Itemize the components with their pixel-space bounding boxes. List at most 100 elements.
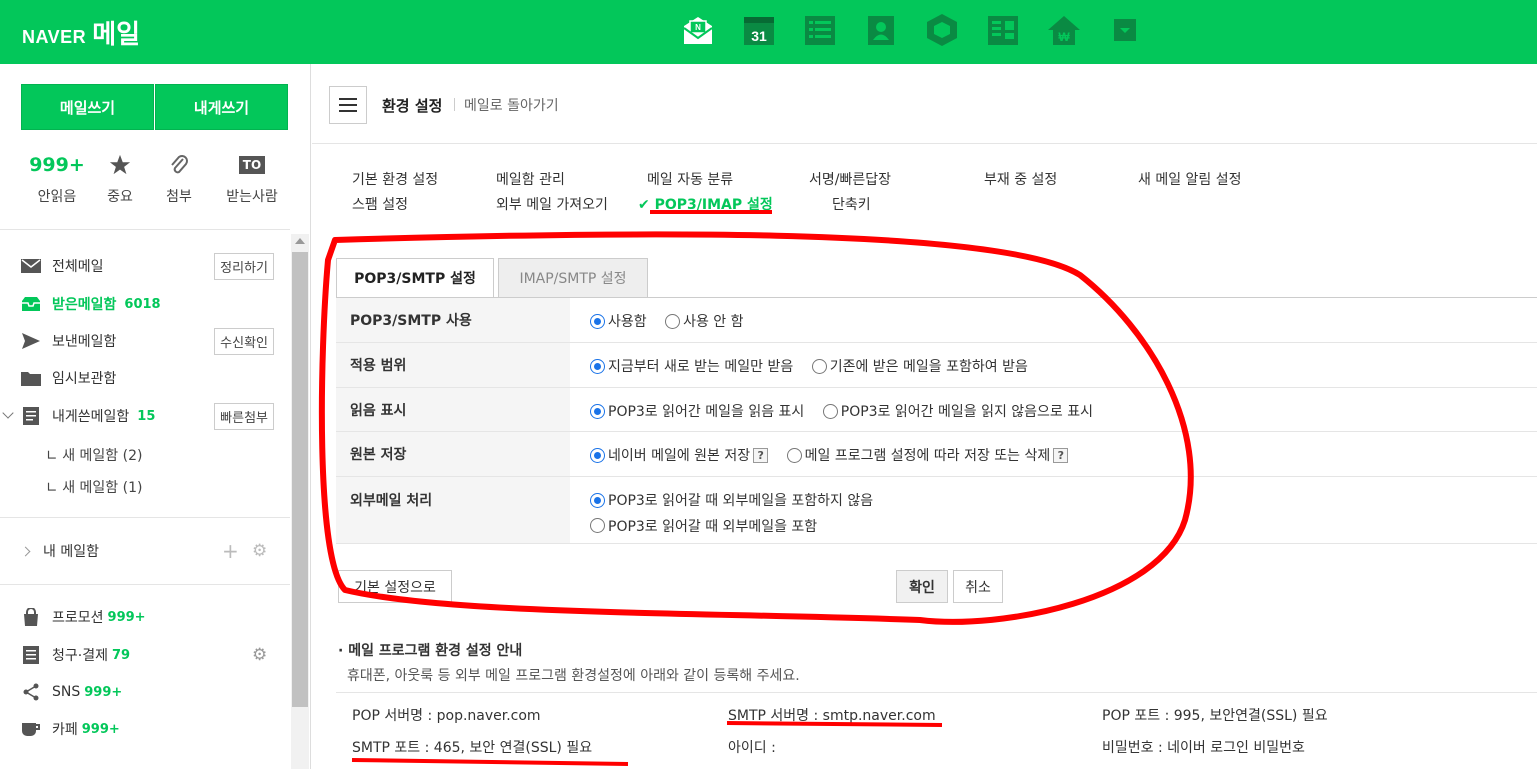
radio-unchecked[interactable]	[665, 313, 681, 329]
tab-pop3-smtp[interactable]: POP3/SMTP 설정	[336, 258, 494, 298]
quick-attachment[interactable]: 첨부	[144, 152, 214, 206]
mark-unread-radio[interactable]: POP3로 읽어간 메일을 읽지 않음으로 표시	[822, 401, 1094, 421]
naverpay-app-icon[interactable]: ₩	[1046, 12, 1082, 48]
exclude-external-radio[interactable]: POP3로 읽어갈 때 외부메일을 포함하지 않음	[590, 490, 873, 510]
row-label: 외부메일 처리	[336, 477, 570, 543]
gear-icon[interactable]: ⚙	[252, 645, 267, 665]
chevron-down-icon[interactable]	[2, 407, 14, 419]
category-sns[interactable]: SNS 999+	[20, 680, 280, 704]
menu-pop3-imap[interactable]: ✔ POP3/IMAP 설정	[638, 194, 773, 214]
my-mailbox-section[interactable]: 내 메일함 + ⚙	[20, 539, 280, 563]
todo-app-icon[interactable]	[802, 12, 838, 48]
help-icon[interactable]: ?	[1053, 447, 1069, 463]
attachment-label: 첨부	[166, 189, 192, 205]
send-icon	[20, 332, 42, 350]
radio-checked[interactable]	[590, 492, 605, 508]
radio-checked[interactable]	[590, 358, 605, 374]
no-pop3-radio[interactable]: 사용 안 함	[665, 311, 744, 331]
radio-unchecked[interactable]	[590, 518, 605, 533]
option-label: POP3로 읽어간 메일을 읽지 않음으로 표시	[840, 404, 1094, 420]
quick-recipient[interactable]: TO 받는사람	[217, 152, 287, 206]
row-options: 네이버 메일에 원본 저장? 메일 프로그램 설정에 따라 저장 또는 삭제?	[590, 445, 1082, 467]
mailbox-sent[interactable]: 보낸메일함 수신확인	[20, 327, 280, 355]
category-billing[interactable]: 청구·결제 79 ⚙	[20, 643, 280, 667]
radio-unchecked[interactable]	[811, 358, 827, 374]
menu-signature[interactable]: 서명/빠른답장	[809, 169, 891, 189]
row-label: 적용 범위	[336, 343, 570, 387]
more-apps-icon[interactable]	[1107, 12, 1143, 48]
menu-shortcuts[interactable]: 단축키	[832, 194, 871, 214]
sidebar-scrollbar[interactable]	[291, 234, 309, 769]
help-icon[interactable]: ?	[753, 447, 769, 463]
naver-mail-logo[interactable]: NAVER 메일	[22, 14, 140, 51]
radio-unchecked[interactable]	[822, 403, 838, 419]
radio-checked[interactable]	[590, 313, 605, 329]
folder-icon	[20, 370, 42, 386]
recipient-label: 받는사람	[226, 189, 278, 205]
quick-attach-button[interactable]: 빠른첨부	[214, 402, 274, 430]
share-icon	[20, 683, 42, 701]
subfolder-item[interactable]: ∟ 새 메일함 (1)	[46, 477, 142, 497]
memo-app-icon[interactable]	[985, 12, 1021, 48]
category-label: 청구·결제	[52, 648, 108, 664]
category-cafe[interactable]: 카페 999+	[20, 717, 280, 741]
gear-icon[interactable]: ⚙	[252, 541, 267, 561]
menu-new-mail-alert[interactable]: 새 메일 알림 설정	[1138, 169, 1242, 189]
setting-row: 외부메일 처리 POP3로 읽어갈 때 외부메일을 포함하지 않음 POP3로 …	[336, 477, 1537, 544]
mailbox-drafts[interactable]: 임시보관함	[20, 366, 280, 390]
write-to-self-button[interactable]: 내게쓰기	[155, 84, 288, 130]
mailbox-label: 내게쓴메일함	[52, 409, 130, 425]
option-label: POP3로 읽어갈 때 외부메일을 포함하지 않음	[608, 493, 874, 509]
unread-count: 999+	[29, 154, 85, 176]
read-receipt-button[interactable]: 수신확인	[214, 327, 274, 355]
shopping-bag-icon	[20, 608, 42, 626]
chevron-right-icon	[20, 546, 31, 556]
tab-imap-smtp[interactable]: IMAP/SMTP 설정	[498, 258, 648, 298]
setting-row: POP3/SMTP 사용 사용함 사용 안 함	[336, 298, 1537, 343]
mailbox-inbox[interactable]: 받은메일함 6018	[20, 292, 280, 316]
guide-description: 휴대폰, 아웃룩 등 외부 메일 프로그램 환경설정에 아래와 같이 등록해 주…	[347, 668, 800, 684]
guide-title: · 메일 프로그램 환경 설정 안내	[338, 643, 523, 659]
mark-read-radio[interactable]: POP3로 읽어간 메일을 읽음 표시	[590, 401, 804, 421]
back-to-mail-link[interactable]: 메일로 돌아가기	[454, 95, 559, 115]
menu-away[interactable]: 부재 중 설정	[984, 169, 1057, 189]
plus-icon[interactable]: +	[222, 539, 239, 563]
write-mail-button[interactable]: 메일쓰기	[21, 84, 154, 130]
radio-checked[interactable]	[590, 447, 605, 463]
subfolder-item[interactable]: ∟ 새 메일함 (2)	[46, 445, 142, 465]
menu-icon[interactable]	[329, 86, 367, 124]
menu-auto-sort[interactable]: 메일 자동 분류	[647, 169, 733, 189]
calendar-app-icon[interactable]: 31	[741, 12, 777, 48]
option-label: POP3로 읽어갈 때 외부메일을 포함	[608, 518, 818, 535]
quick-unread[interactable]: 999+ 안읽음	[22, 152, 92, 206]
menu-spam[interactable]: 스팸 설정	[352, 194, 408, 214]
mailbox-to-self[interactable]: 내게쓴메일함 15 빠른첨부	[2, 402, 280, 430]
row-label: POP3/SMTP 사용	[336, 298, 570, 342]
smtp-port-info: SMTP 포트 : 465, 보안 연결(SSL) 필요	[352, 740, 593, 756]
include-external-radio[interactable]: POP3로 읽어갈 때 외부메일을 포함	[590, 516, 817, 536]
keep-original-radio[interactable]: 네이버 메일에 원본 저장?	[590, 445, 769, 465]
mailbox-all[interactable]: 전체메일 정리하기	[20, 252, 280, 280]
menu-mailbox-management[interactable]: 메일함 관리	[496, 169, 565, 189]
organize-button[interactable]: 정리하기	[214, 252, 274, 280]
scroll-up-icon[interactable]	[295, 238, 305, 244]
contacts-app-icon[interactable]	[863, 12, 899, 48]
menu-basic-settings[interactable]: 기본 환경 설정	[352, 169, 438, 189]
scrollbar-thumb[interactable]	[292, 252, 308, 707]
svg-text:₩: ₩	[1058, 30, 1070, 44]
to-icon: TO	[238, 156, 266, 174]
reset-default-button[interactable]: 기본 설정으로	[338, 570, 452, 603]
scope-new-only-radio[interactable]: 지금부터 새로 받는 메일만 받음	[590, 356, 793, 376]
cancel-button[interactable]: 취소	[953, 570, 1003, 603]
radio-unchecked[interactable]	[786, 447, 802, 463]
radio-checked[interactable]	[590, 403, 605, 419]
mybox-app-icon[interactable]	[924, 12, 960, 48]
use-pop3-radio[interactable]: 사용함	[590, 311, 647, 331]
mail-app-icon[interactable]: N	[680, 12, 716, 48]
confirm-button[interactable]: 확인	[896, 570, 948, 603]
menu-external-mail[interactable]: 외부 메일 가져오기	[496, 194, 608, 214]
category-promotion[interactable]: 프로모션 999+	[20, 605, 280, 629]
scope-include-existing-radio[interactable]: 기존에 받은 메일을 포함하여 받음	[811, 356, 1028, 376]
coffee-cup-icon	[20, 720, 42, 738]
follow-program-radio[interactable]: 메일 프로그램 설정에 따라 저장 또는 삭제?	[786, 445, 1069, 465]
